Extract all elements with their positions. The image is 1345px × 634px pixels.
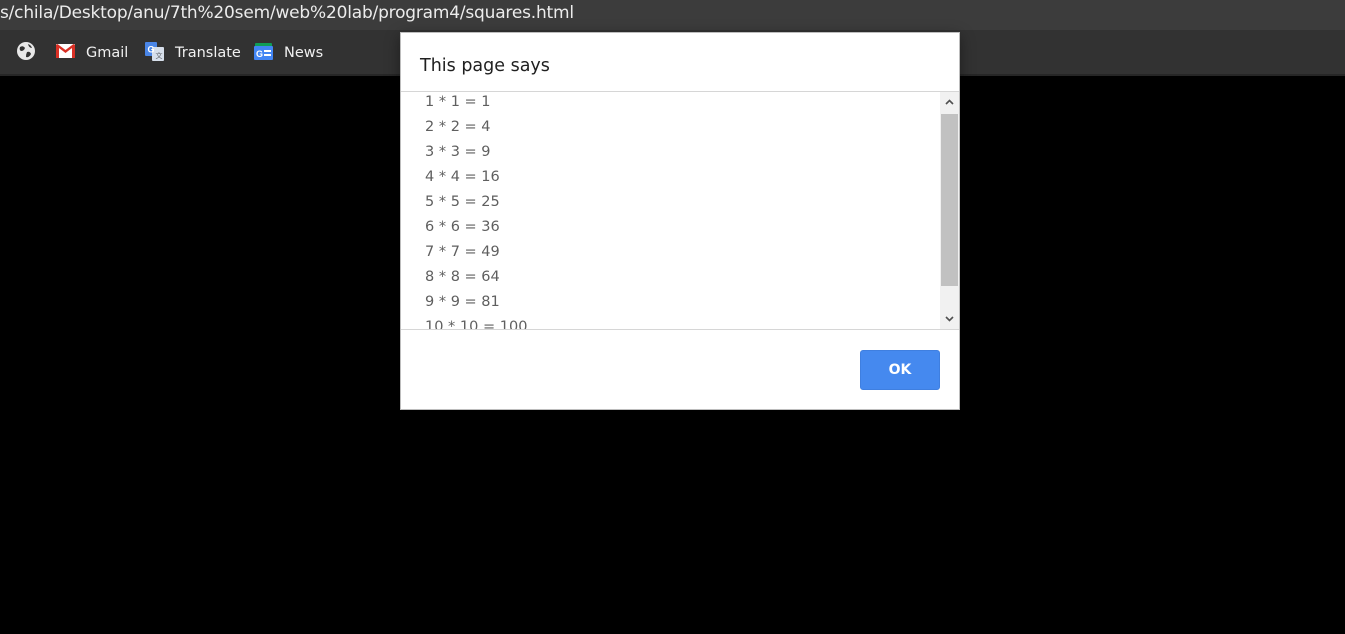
google-news-icon: G	[254, 42, 273, 65]
url-text[interactable]: s/chila/Desktop/anu/7th%20sem/web%20lab/…	[0, 3, 574, 23]
dialog-message-line: 8 * 8 = 64	[425, 269, 500, 285]
dialog-message-line: 5 * 5 = 25	[425, 194, 500, 210]
bookmark-gmail[interactable]: Gmail	[56, 42, 128, 64]
ok-button[interactable]: OK	[860, 350, 940, 390]
bookmark-news[interactable]: G News	[254, 42, 323, 64]
scroll-down-arrow-icon[interactable]	[940, 309, 959, 329]
scroll-up-arrow-icon[interactable]	[940, 92, 959, 112]
dialog-message-line: 4 * 4 = 16	[425, 169, 500, 185]
dialog-message-line: 1 * 1 = 1	[425, 94, 491, 110]
svg-text:文: 文	[156, 51, 163, 60]
dialog-message-area[interactable]: 1 * 1 = 1 2 * 2 = 4 3 * 3 = 9 4 * 4 = 16 5 *…	[401, 91, 959, 330]
gmail-icon	[56, 44, 75, 62]
google-translate-icon: G 文	[145, 41, 164, 65]
dialog-message-line: 6 * 6 = 36	[425, 219, 500, 235]
svg-text:G: G	[148, 44, 155, 54]
bookmark-label-gmail: Gmail	[86, 45, 129, 61]
dialog-message-lines: 1 * 1 = 1 2 * 2 = 4 3 * 3 = 9 4 * 4 = 16 5 *…	[425, 92, 925, 330]
bookmark-label-translate: Translate	[175, 45, 241, 61]
scroll-thumb[interactable]	[941, 114, 958, 286]
globe-icon	[16, 41, 36, 65]
dialog-message-line: 10 * 10 = 100	[425, 319, 528, 330]
dialog-message-line: 9 * 9 = 81	[425, 294, 500, 310]
dialog-message-line: 3 * 3 = 9	[425, 144, 491, 160]
bookmark-translate[interactable]: G 文 Translate	[145, 41, 241, 65]
bookmark-label-news: News	[284, 45, 324, 61]
dialog-title: This page says	[420, 56, 550, 76]
address-bar[interactable]: s/chila/Desktop/anu/7th%20sem/web%20lab/…	[0, 0, 1345, 30]
dialog-message-line: 7 * 7 = 49	[425, 244, 500, 260]
dialog-message-line: 2 * 2 = 4	[425, 119, 491, 135]
bookmark-apps[interactable]	[16, 42, 47, 64]
svg-text:G: G	[256, 49, 263, 59]
dialog-scrollbar[interactable]	[940, 92, 959, 329]
alert-dialog: This page says 1 * 1 = 1 2 * 2 = 4 3 * 3 =…	[400, 32, 960, 410]
